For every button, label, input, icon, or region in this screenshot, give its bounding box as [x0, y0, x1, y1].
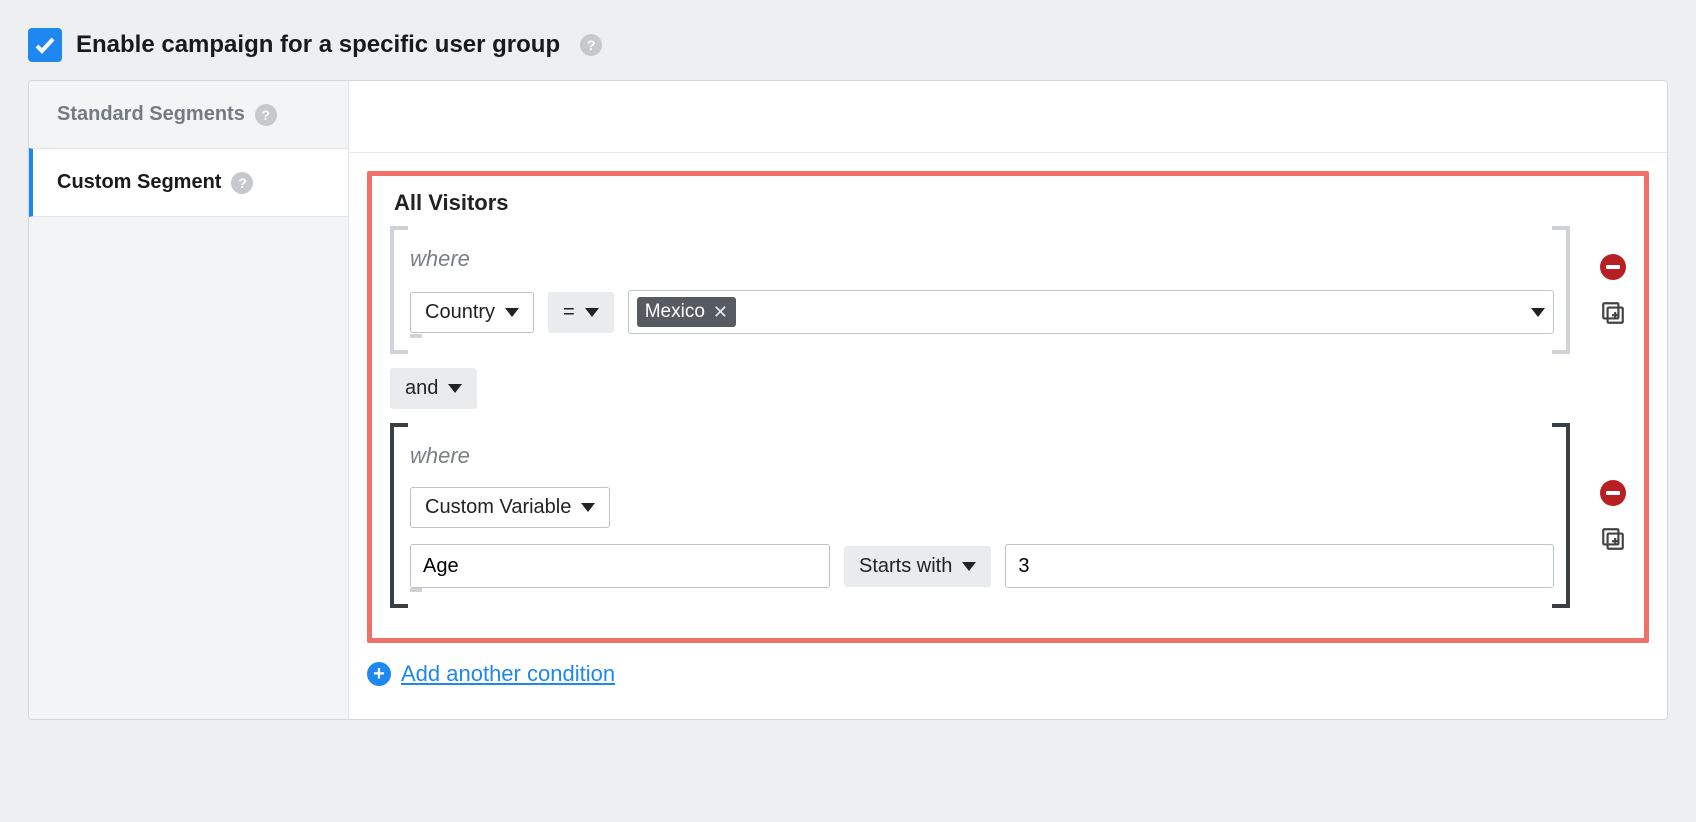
help-icon[interactable]: ? — [231, 172, 253, 194]
chevron-down-icon — [581, 503, 595, 512]
chevron-down-icon — [448, 384, 462, 393]
tab-custom-segment[interactable]: Custom Segment ? — [29, 148, 348, 217]
toolbar-spacer — [349, 81, 1667, 153]
tab-label: Custom Segment — [57, 171, 221, 194]
add-condition-button[interactable]: + Add another condition — [367, 661, 615, 687]
segment-title: All Visitors — [390, 190, 1626, 216]
dropdown-label: Starts with — [859, 555, 952, 578]
value-chip: Mexico ✕ — [637, 297, 736, 327]
value-input[interactable] — [1005, 544, 1554, 588]
segment-main: All Visitors where Country = — [349, 81, 1667, 719]
segment-tabs-sidebar: Standard Segments ? Custom Segment ? — [29, 81, 349, 719]
chevron-down-icon — [505, 308, 519, 317]
where-label: where — [410, 443, 1554, 469]
add-condition-label: Add another condition — [401, 661, 615, 687]
tab-standard-segments[interactable]: Standard Segments ? — [29, 81, 348, 148]
operator-dropdown[interactable]: = — [548, 292, 614, 333]
condition-block: where Custom Variable Starts with — [390, 423, 1626, 608]
comparator-dropdown[interactable]: Starts with — [844, 546, 991, 587]
chevron-down-icon — [1531, 308, 1545, 317]
dropdown-label: Custom Variable — [425, 496, 571, 519]
condition-block: where Country = Mexico — [390, 226, 1626, 354]
remove-chip-icon[interactable]: ✕ — [713, 302, 728, 323]
plus-icon: + — [367, 662, 391, 686]
variable-name-input[interactable] — [410, 544, 830, 588]
dropdown-label: and — [405, 377, 438, 400]
delete-condition-button[interactable] — [1600, 254, 1626, 280]
dropdown-label: = — [563, 301, 575, 324]
value-multiselect[interactable]: Mexico ✕ — [628, 290, 1554, 334]
chevron-down-icon — [962, 562, 976, 571]
duplicate-condition-button[interactable] — [1600, 300, 1626, 326]
help-icon[interactable]: ? — [255, 104, 277, 126]
join-operator-dropdown[interactable]: and — [390, 368, 477, 409]
chevron-down-icon — [585, 308, 599, 317]
tab-label: Standard Segments — [57, 103, 245, 126]
dropdown-label: Country — [425, 301, 495, 324]
help-icon[interactable]: ? — [580, 34, 602, 56]
segment-panel: Standard Segments ? Custom Segment ? All… — [28, 80, 1668, 720]
delete-condition-button[interactable] — [1600, 480, 1626, 506]
segment-builder-highlight: All Visitors where Country = — [367, 171, 1649, 643]
enable-campaign-label: Enable campaign for a specific user grou… — [76, 31, 560, 59]
field-dropdown[interactable]: Custom Variable — [410, 487, 610, 528]
enable-campaign-checkbox[interactable] — [28, 28, 62, 62]
chip-label: Mexico — [645, 301, 705, 323]
where-label: where — [410, 246, 1554, 272]
field-dropdown[interactable]: Country — [410, 292, 534, 333]
duplicate-condition-button[interactable] — [1600, 526, 1626, 552]
